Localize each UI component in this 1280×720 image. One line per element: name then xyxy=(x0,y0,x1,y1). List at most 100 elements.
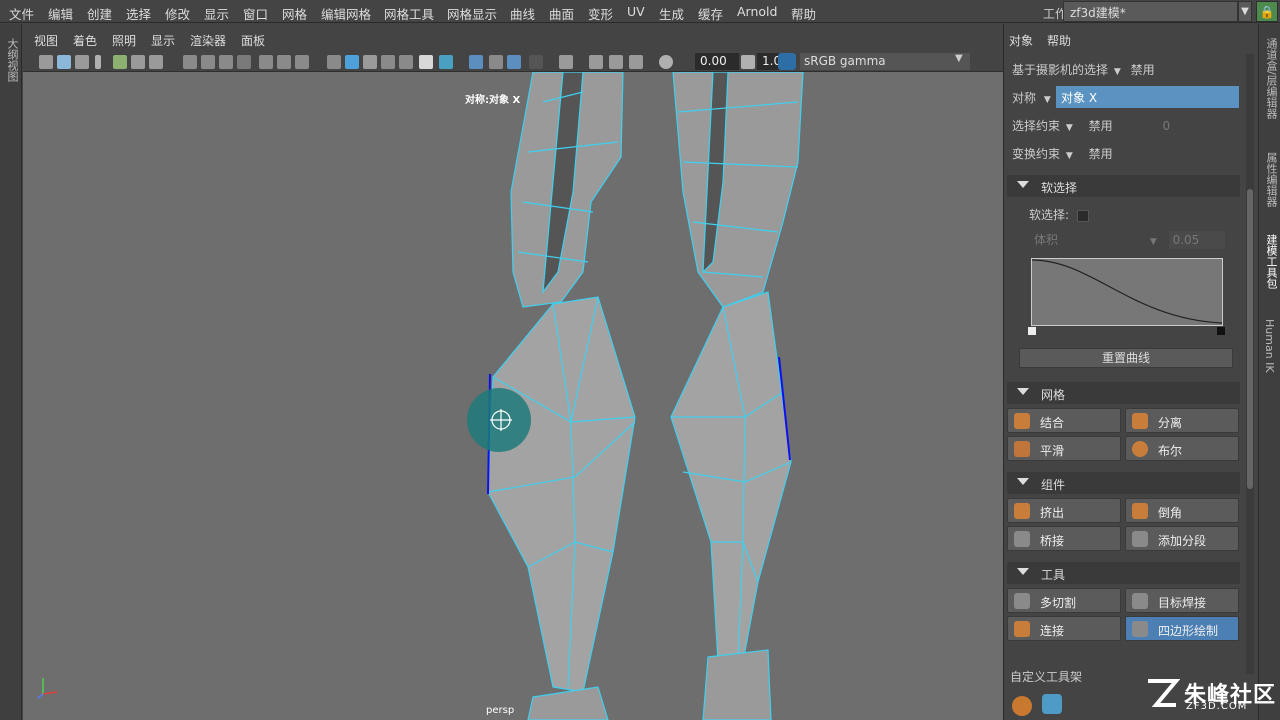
menu-window[interactable]: 窗口 xyxy=(243,4,268,23)
outliner-tab[interactable]: 大纲视图 xyxy=(4,38,20,82)
camera-select-value[interactable]: 禁用 xyxy=(1131,63,1155,77)
safe-action-icon[interactable] xyxy=(277,55,291,69)
bridge-button[interactable]: 桥接 xyxy=(1007,526,1121,551)
select-constraint-number[interactable]: 0 xyxy=(1162,119,1170,133)
soft-select-mode[interactable]: 体积 xyxy=(1034,233,1058,247)
chevron-down-icon[interactable]: ▼ xyxy=(1114,67,1121,77)
custom-shelf-tool-icon-2[interactable] xyxy=(1042,694,1062,714)
gamma-icon[interactable] xyxy=(741,55,755,69)
resolution-gate-icon[interactable] xyxy=(219,55,233,69)
soft-select-checkbox[interactable] xyxy=(1076,209,1089,222)
vp-menu-show[interactable]: 显示 xyxy=(151,32,175,49)
film-gate-icon[interactable] xyxy=(201,55,215,69)
frame-selected-icon[interactable] xyxy=(609,55,623,69)
collapse-triangle-icon[interactable] xyxy=(1017,568,1029,575)
menu-deform[interactable]: 变形 xyxy=(588,4,613,23)
menu-create[interactable]: 创建 xyxy=(87,4,112,23)
exposure-field[interactable]: 0.00 xyxy=(695,53,739,70)
bookmark-icon[interactable] xyxy=(75,55,89,69)
xray-active-icon[interactable] xyxy=(507,55,521,69)
light-icon[interactable] xyxy=(419,55,433,69)
chevron-down-icon[interactable]: ▼ xyxy=(1066,123,1073,133)
brush-icon[interactable] xyxy=(149,55,163,69)
soft-select-radius[interactable]: 0.05 xyxy=(1168,231,1225,249)
select-icon[interactable] xyxy=(559,55,573,69)
gate-mask-icon[interactable] xyxy=(237,55,251,69)
exposure-icon[interactable] xyxy=(659,55,673,69)
safe-title-icon[interactable] xyxy=(295,55,309,69)
menu-edit-mesh[interactable]: 编辑网格 xyxy=(321,4,371,23)
camera-icon[interactable] xyxy=(39,55,53,69)
chevron-down-icon[interactable]: ▼ xyxy=(1044,95,1051,105)
symmetry-value-field[interactable]: 对象 X xyxy=(1056,86,1239,108)
chevron-down-icon[interactable]: ▼ xyxy=(955,53,963,64)
falloff-curve-editor[interactable] xyxy=(1031,258,1223,326)
isolate-select-icon[interactable] xyxy=(469,55,483,69)
chevron-down-icon[interactable]: ▼ xyxy=(1066,151,1073,161)
collapse-triangle-icon[interactable] xyxy=(1017,388,1029,395)
3d-viewport[interactable]: 对称:对象 X persp xyxy=(23,72,1003,720)
smooth-shade-icon[interactable] xyxy=(345,55,359,69)
custom-shelf-tool-icon[interactable] xyxy=(1012,696,1032,716)
menu-mesh-display[interactable]: 网格显示 xyxy=(447,4,497,23)
menu-cache[interactable]: 缓存 xyxy=(698,4,723,23)
menu-file[interactable]: 文件 xyxy=(9,4,34,23)
lock-icon[interactable]: 🔒 xyxy=(1256,1,1278,22)
boolean-button[interactable]: 布尔 xyxy=(1125,436,1239,461)
vp-menu-lighting[interactable]: 照明 xyxy=(112,32,136,49)
chevron-down-icon[interactable]: ▼ xyxy=(1150,237,1157,247)
select-constraint-value[interactable]: 禁用 xyxy=(1089,119,1113,133)
target-weld-button[interactable]: 目标焊接 xyxy=(1125,588,1239,613)
mesh-section-header[interactable]: 网格 xyxy=(1007,382,1240,404)
vp-menu-panels[interactable]: 面板 xyxy=(241,32,265,49)
menu-help[interactable]: 帮助 xyxy=(791,4,816,23)
grid-icon[interactable] xyxy=(183,55,197,69)
tab-human-ik[interactable]: Human IK xyxy=(1263,319,1276,373)
extrude-button[interactable]: 挤出 xyxy=(1007,498,1121,523)
connect-button[interactable]: 连接 xyxy=(1007,616,1121,641)
add-divisions-button[interactable]: 添加分段 xyxy=(1125,526,1239,551)
textured-icon[interactable] xyxy=(381,55,395,69)
menu-arnold[interactable]: Arnold xyxy=(737,4,777,19)
vp-menu-view[interactable]: 视图 xyxy=(34,32,58,49)
use-lights-icon[interactable] xyxy=(399,55,413,69)
transform-constraint-value[interactable]: 禁用 xyxy=(1089,147,1113,161)
xray-icon[interactable] xyxy=(489,55,503,69)
multi-cut-button[interactable]: 多切割 xyxy=(1007,588,1121,613)
workspace-select[interactable]: zf3d建模* xyxy=(1063,1,1238,22)
image-plane-icon[interactable] xyxy=(95,55,101,69)
menu-mesh[interactable]: 网格 xyxy=(282,4,307,23)
vp-menu-renderer[interactable]: 渲染器 xyxy=(190,32,226,49)
menu-curves[interactable]: 曲线 xyxy=(510,4,535,23)
menu-uv[interactable]: UV xyxy=(627,4,645,19)
soft-select-header[interactable]: 软选择 xyxy=(1007,175,1240,197)
tab-channel-box[interactable]: 通道盒/层编辑器 xyxy=(1263,38,1279,119)
tab-modeling-toolkit[interactable]: 建模工具包 xyxy=(1263,234,1279,289)
scrollbar-thumb[interactable] xyxy=(1247,189,1253,489)
camera-attr-icon[interactable] xyxy=(57,55,71,69)
tools-section-header[interactable]: 工具 xyxy=(1007,562,1240,584)
combine-button[interactable]: 结合 xyxy=(1007,408,1121,433)
collapse-triangle-icon[interactable] xyxy=(1017,478,1029,485)
2d-pan-icon[interactable] xyxy=(131,55,145,69)
chevron-down-icon[interactable]: ▼ xyxy=(1238,1,1252,22)
menu-select[interactable]: 选择 xyxy=(126,4,151,23)
menu-edit[interactable]: 编辑 xyxy=(48,4,73,23)
collapse-triangle-icon[interactable] xyxy=(1017,181,1029,188)
reset-curve-button[interactable]: 重置曲线 xyxy=(1019,348,1233,368)
wireframe-icon[interactable] xyxy=(327,55,341,69)
vp-menu-shading[interactable]: 着色 xyxy=(73,32,97,49)
menu-mesh-tools[interactable]: 网格工具 xyxy=(384,4,434,23)
shadows-icon[interactable] xyxy=(363,55,377,69)
grease-pencil-icon[interactable] xyxy=(113,55,127,69)
fit-icon[interactable] xyxy=(629,55,643,69)
xray-joints-icon[interactable] xyxy=(529,55,543,69)
bevel-button[interactable]: 倒角 xyxy=(1125,498,1239,523)
field-chart-icon[interactable] xyxy=(259,55,273,69)
colorspace-select[interactable]: sRGB gamma xyxy=(800,53,970,70)
menu-modify[interactable]: 修改 xyxy=(165,4,190,23)
components-section-header[interactable]: 组件 xyxy=(1007,472,1240,494)
toolkit-menu-help[interactable]: 帮助 xyxy=(1047,32,1071,49)
menu-surfaces[interactable]: 曲面 xyxy=(549,4,574,23)
menu-display[interactable]: 显示 xyxy=(204,4,229,23)
